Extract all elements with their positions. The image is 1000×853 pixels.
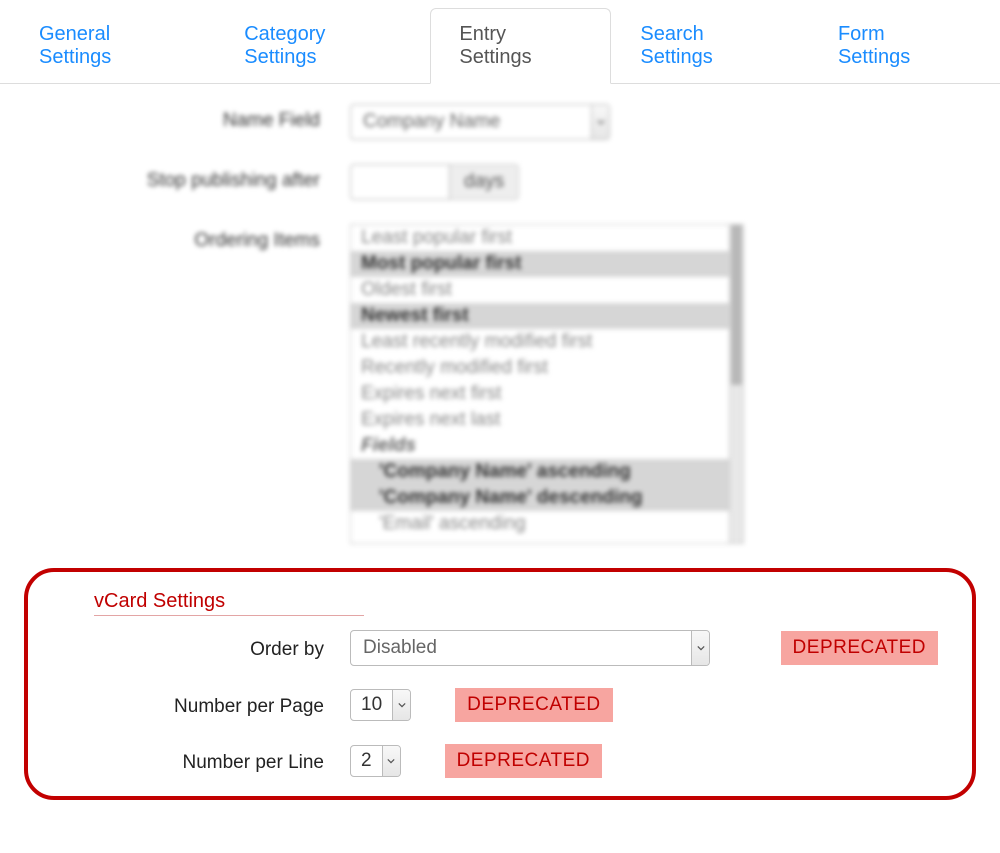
list-item[interactable]: Newest first [351, 303, 729, 329]
orderby-row: Order by Disabled DEPRECATED [38, 630, 962, 666]
list-item[interactable]: Least popular first [351, 225, 729, 251]
orderby-value: Disabled [351, 631, 691, 665]
name-field-row: Name Field Company Name [0, 104, 1000, 140]
orderby-label: Order by [38, 635, 350, 661]
vcard-heading: vCard Settings [94, 590, 364, 616]
perpage-label: Number per Page [38, 692, 350, 718]
perline-value: 2 [351, 746, 382, 776]
list-group-header: Fields [351, 433, 729, 459]
list-item[interactable]: 'Email' ascending [351, 511, 729, 537]
deprecated-badge: DEPRECATED [781, 631, 938, 665]
perpage-select[interactable]: 10 [350, 689, 411, 721]
perpage-row: Number per Page 10 DEPRECATED [38, 688, 962, 722]
ordering-listbox[interactable]: Least popular firstMost popular firstOld… [350, 224, 730, 544]
deprecated-badge: DEPRECATED [445, 744, 602, 778]
stop-publishing-unit: days [450, 164, 519, 200]
name-field-value: Company Name [351, 105, 591, 139]
list-item[interactable]: 'Company Name' ascending [351, 459, 729, 485]
list-item[interactable]: Expires next last [351, 407, 729, 433]
name-field-select[interactable]: Company Name [350, 104, 610, 140]
scrollbar[interactable] [730, 224, 744, 544]
tabs-bar: General Settings Category Settings Entry… [0, 8, 1000, 84]
tab-entry[interactable]: Entry Settings [430, 8, 611, 84]
list-item[interactable]: Recently modified first [351, 355, 729, 381]
ordering-label: Ordering Items [0, 224, 350, 252]
ordering-row: Ordering Items Least popular firstMost p… [0, 224, 1000, 544]
stop-publishing-input[interactable] [350, 164, 450, 200]
list-item[interactable]: Expires next first [351, 381, 729, 407]
tab-form[interactable]: Form Settings [809, 8, 990, 84]
chevron-down-icon [591, 105, 609, 139]
list-item[interactable]: Oldest first [351, 277, 729, 303]
list-item[interactable]: Least recently modified first [351, 329, 729, 355]
vcard-settings-box: vCard Settings Order by Disabled DEPRECA… [24, 568, 976, 800]
list-item[interactable]: 'Company Name' descending [351, 485, 729, 511]
perpage-value: 10 [351, 690, 392, 720]
chevron-down-icon [392, 690, 410, 720]
tab-general[interactable]: General Settings [10, 8, 215, 84]
stop-publishing-row: Stop publishing after days [0, 164, 1000, 200]
tab-category[interactable]: Category Settings [215, 8, 430, 84]
perline-select[interactable]: 2 [350, 745, 401, 777]
name-field-label: Name Field [0, 104, 350, 132]
tab-search[interactable]: Search Settings [611, 8, 809, 84]
list-item[interactable]: Most popular first [351, 251, 729, 277]
scrollbar-thumb[interactable] [731, 225, 742, 385]
stop-publishing-label: Stop publishing after [0, 164, 350, 192]
orderby-select[interactable]: Disabled [350, 630, 710, 666]
deprecated-badge: DEPRECATED [455, 688, 612, 722]
perline-label: Number per Line [38, 748, 350, 774]
perline-row: Number per Line 2 DEPRECATED [38, 744, 962, 778]
chevron-down-icon [382, 746, 400, 776]
chevron-down-icon [691, 631, 709, 665]
